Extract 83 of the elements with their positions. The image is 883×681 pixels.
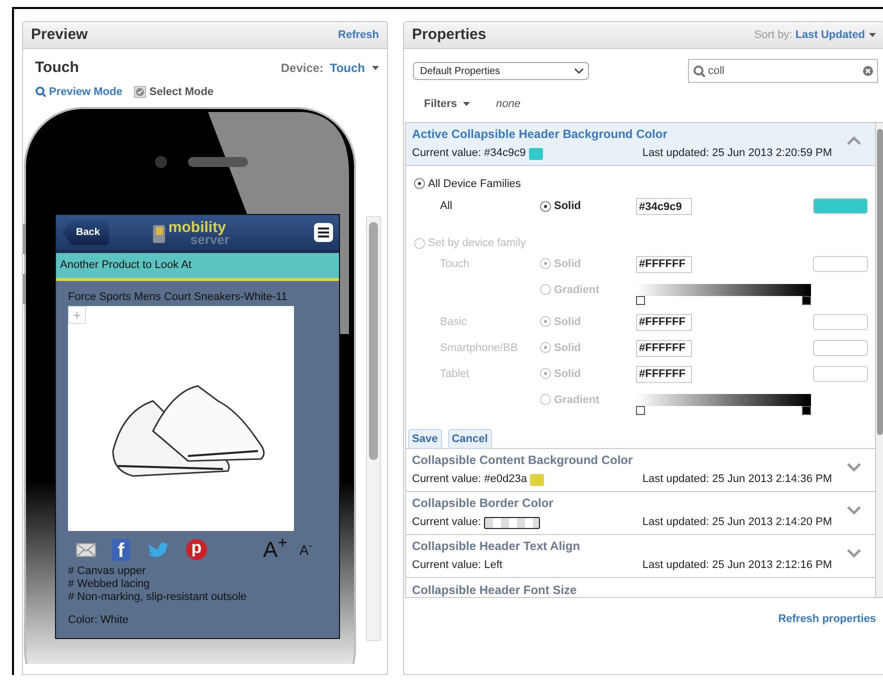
fill-option: Solid [554,198,581,214]
filters-dropdown[interactable]: Filters [424,96,470,112]
caret-icon [869,33,876,37]
current-value: Current value: Left [412,558,502,574]
property-name: Collapsible Content Background Color [412,452,634,470]
mode-label: All Device Families [428,176,521,192]
chevron-down-icon[interactable] [847,504,861,514]
panel-title: Properties [412,24,486,45]
scrollbar[interactable] [366,216,381,641]
mode-tab[interactable]: Select Mode [134,84,214,100]
fill-option: Solid [554,340,581,356]
sort-dropdown[interactable]: Sort by: Last Updated [754,26,876,44]
feature-text: # Non-marking, slip-resistant outsole [68,590,248,604]
logo-icon [153,222,166,242]
feature-text: # Canvas upper [68,564,147,578]
current-value: Current value: #34c9c9 [412,146,526,162]
refresh-properties-link[interactable]: Refresh properties [778,610,876,627]
product-title: Force Sports Mens Court Sneakers-White-11 [68,290,288,304]
property-name: Collapsible Border Color [412,495,554,512]
refresh-link[interactable]: Refresh [338,26,379,44]
form-button[interactable]: Save [408,428,442,449]
property-header[interactable]: Collapsible Header Text Align Current value: Left Last updated: 25 Jun 2013 2:12:16 PM [406,534,875,578]
logo-text: mobility [168,220,226,234]
last-updated: Last updated: 25 Jun 2013 2:14:20 PM [642,515,832,530]
property-set-select[interactable]: Default Properties [413,62,589,80]
clear-icon[interactable] [863,66,873,76]
caret-icon [463,102,470,106]
radio-button[interactable] [540,200,551,212]
chevron-down-icon[interactable] [847,462,861,472]
search-field[interactable]: coll [688,59,878,83]
property-name: Collapsible Header Font Size [412,582,578,596]
mode-label: Set by device family [428,236,526,251]
family-label: Touch [440,256,470,272]
page-banner: Another Product to Look At [56,253,339,280]
fill-option: Gradient [554,392,600,408]
feature-text: # Webbed lacing [68,578,151,590]
current-value: Current value: [412,515,482,530]
chevron-down-icon[interactable] [847,548,861,558]
back-button[interactable]: Back [62,220,109,245]
chevron-up-icon[interactable] [847,136,861,146]
family-label: Basic [440,314,468,330]
pinterest-icon[interactable]: p [186,539,207,560]
property-header[interactable]: Collapsible Border Color Current value: Last updated: 25 Jun 2013 2:14:20 PM [406,492,875,534]
mail-icon[interactable] [76,542,96,556]
menu-icon[interactable] [314,223,333,242]
font-size-button[interactable]: A$^{+}$ [263,538,288,560]
transparent-swatch [484,516,540,528]
property-name: Collapsible Header Text Align [412,538,582,556]
color-text: Color: White [68,614,130,626]
form-button[interactable]: Cancel [448,428,492,449]
caret-icon [372,66,379,70]
font-size-button[interactable]: A$^{-}$ [299,542,312,556]
color-input[interactable]: #34c9c9 [636,198,692,215]
checkmark-icon [134,86,146,98]
fill-option: Solid [554,366,581,382]
logo-subtext: server [190,234,230,244]
radio-button[interactable] [414,178,425,190]
property-header[interactable]: Active Collapsible Header Background Color Current value: #34c9c9 Last updated: 25 Jun 2013 2:20:59 PM [406,122,875,166]
color-swatch[interactable] [813,198,868,214]
fill-option: Solid [554,256,581,272]
search-icon [35,86,46,98]
panel-title: Preview [31,24,88,45]
device-title: Touch [35,58,79,78]
last-updated: Last updated: 25 Jun 2013 2:20:59 PM [642,146,832,162]
facebook-icon[interactable]: f [112,538,130,560]
family-label: All [440,199,454,214]
property-name: Active Collapsible Header Background Color [412,126,668,144]
family-label: Tablet [440,366,470,382]
last-updated: Last updated: 25 Jun 2013 2:12:16 PM [642,558,832,574]
filter-value: none [496,97,520,112]
mode-tab[interactable]: Preview Mode [35,84,122,100]
family-label: Smartphone/BB [440,340,519,356]
current-value: Current value: #e0d23a [412,472,527,488]
property-header[interactable]: Collapsible Header Font Size [406,578,875,596]
scrollbar[interactable] [876,122,883,596]
radio-button[interactable] [414,238,425,249]
device-dropdown[interactable]: Device: Touch [280,59,379,78]
last-updated: Last updated: 25 Jun 2013 2:14:36 PM [642,472,832,488]
fill-option: Gradient [554,282,600,298]
property-header[interactable]: Collapsible Content Background Color Current value: #e0d23a Last updated: 25 Jun 2013 2:14:36 PM [406,448,875,492]
bird-icon[interactable] [146,541,170,558]
fill-option: Solid [554,314,581,330]
search-icon [693,65,705,77]
